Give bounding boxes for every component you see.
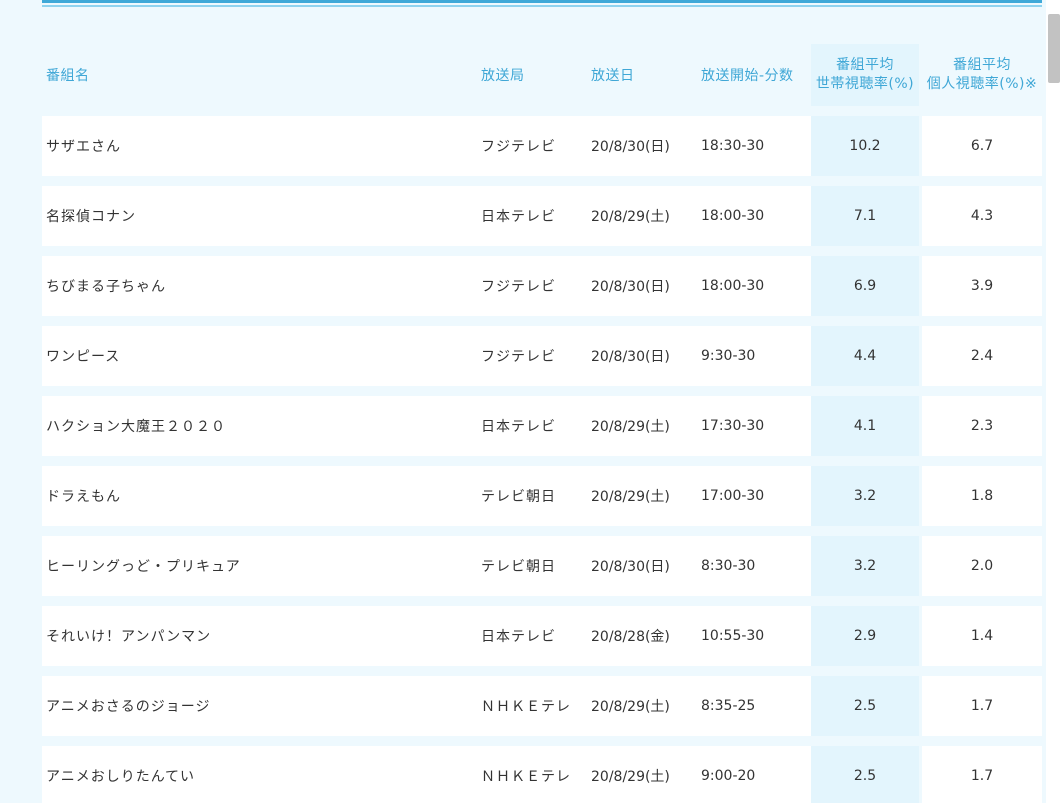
household-rating: 2.9 [811, 606, 919, 666]
start-time-duration: 8:30-30 [701, 536, 811, 596]
vertical-scrollbar[interactable] [1046, 0, 1063, 803]
household-rating: 2.5 [811, 676, 919, 736]
program-title: ハクション大魔王２０２０ [42, 396, 481, 456]
program-title: ちびまる子ちゃん [42, 256, 481, 316]
program-title: ヒーリングっど・プリキュア [42, 536, 481, 596]
program-title: それいけ！アンパンマン [42, 606, 481, 666]
household-rating: 7.1 [811, 186, 919, 246]
station: ＮＨＫＥテレ [481, 676, 591, 736]
household-header-line2: 世帯視聴率(%) [815, 76, 915, 92]
individual-rating: 2.4 [922, 326, 1042, 386]
broadcast-date: 20/8/29(土) [591, 466, 701, 526]
individual-rating: 1.4 [922, 606, 1042, 666]
station: フジテレビ [481, 256, 591, 316]
broadcast-date: 20/8/29(土) [591, 746, 701, 803]
broadcast-date: 20/8/29(土) [591, 396, 701, 456]
start-time-duration: 10:55-30 [701, 606, 811, 666]
top-divider-line-light [42, 5, 1042, 7]
column-header-date: 放送日 [591, 68, 635, 84]
individual-rating: 2.3 [922, 396, 1042, 456]
column-header-time: 放送開始-分数 [701, 68, 794, 84]
individual-rating: 6.7 [922, 116, 1042, 176]
program-title: ワンピース [42, 326, 481, 386]
start-time-duration: 9:00-20 [701, 746, 811, 803]
household-rating: 2.5 [811, 746, 919, 803]
start-time-duration: 18:00-30 [701, 256, 811, 316]
broadcast-date: 20/8/30(日) [591, 536, 701, 596]
table-row: アニメおさるのジョージ ＮＨＫＥテレ 20/8/29(土) 8:35-25 2.5 1.7 [42, 676, 1042, 736]
table-header-row: 番組名 放送局 放送日 放送開始-分数 番組平均 世帯視聴率(%) 番組平均 個… [42, 44, 1042, 106]
individual-rating: 3.9 [922, 256, 1042, 316]
station: 日本テレビ [481, 606, 591, 666]
station: フジテレビ [481, 116, 591, 176]
column-header-station: 放送局 [481, 68, 525, 84]
station: 日本テレビ [481, 186, 591, 246]
broadcast-date: 20/8/28(金) [591, 606, 701, 666]
start-time-duration: 9:30-30 [701, 326, 811, 386]
station: ＮＨＫＥテレ [481, 746, 591, 803]
program-title: アニメおさるのジョージ [42, 676, 481, 736]
table-row: 名探偵コナン 日本テレビ 20/8/29(土) 18:00-30 7.1 4.3 [42, 186, 1042, 246]
top-divider-line [42, 0, 1042, 3]
table-row: アニメおしりたんてい ＮＨＫＥテレ 20/8/29(土) 9:00-20 2.5 1.7 [42, 746, 1042, 803]
table-row: それいけ！アンパンマン 日本テレビ 20/8/28(金) 10:55-30 2.9 1.4 [42, 606, 1042, 666]
individual-header-line1: 番組平均 [953, 57, 1011, 73]
household-rating: 4.4 [811, 326, 919, 386]
household-rating: 3.2 [811, 466, 919, 526]
table-row: サザエさん フジテレビ 20/8/30(日) 18:30-30 10.2 6.7 [42, 116, 1042, 176]
table-row: ヒーリングっど・プリキュア テレビ朝日 20/8/30(日) 8:30-30 3.2 2.… [42, 536, 1042, 596]
household-rating: 6.9 [811, 256, 919, 316]
table-row: ハクション大魔王２０２０ 日本テレビ 20/8/29(土) 17:30-30 4.1 2.… [42, 396, 1042, 456]
start-time-duration: 17:30-30 [701, 396, 811, 456]
broadcast-date: 20/8/30(日) [591, 326, 701, 386]
household-rating: 3.2 [811, 536, 919, 596]
program-title: サザエさん [42, 116, 481, 176]
program-title: ドラえもん [42, 466, 481, 526]
start-time-duration: 17:00-30 [701, 466, 811, 526]
program-title: アニメおしりたんてい [42, 746, 481, 803]
table-row: ワンピース フジテレビ 20/8/30(日) 9:30-30 4.4 2.4 [42, 326, 1042, 386]
individual-rating: 1.7 [922, 676, 1042, 736]
broadcast-date: 20/8/29(土) [591, 676, 701, 736]
individual-rating: 4.3 [922, 186, 1042, 246]
program-title: 名探偵コナン [42, 186, 481, 246]
column-header-individual-rating: 番組平均 個人視聴率(%)※ [922, 44, 1042, 106]
table-row: ドラえもん テレビ朝日 20/8/29(土) 17:00-30 3.2 1.8 [42, 466, 1042, 526]
start-time-duration: 18:00-30 [701, 186, 811, 246]
ratings-table: 番組名 放送局 放送日 放送開始-分数 番組平均 世帯視聴率(%) 番組平均 個… [42, 34, 1042, 803]
start-time-duration: 18:30-30 [701, 116, 811, 176]
broadcast-date: 20/8/30(日) [591, 256, 701, 316]
individual-header-line2: 個人視聴率(%)※ [926, 76, 1038, 92]
start-time-duration: 8:35-25 [701, 676, 811, 736]
broadcast-date: 20/8/30(日) [591, 116, 701, 176]
station: テレビ朝日 [481, 466, 591, 526]
station: 日本テレビ [481, 396, 591, 456]
column-header-title: 番組名 [46, 68, 90, 84]
household-rating: 4.1 [811, 396, 919, 456]
page: 番組名 放送局 放送日 放送開始-分数 番組平均 世帯視聴率(%) 番組平均 個… [0, 0, 1063, 803]
household-rating: 10.2 [811, 116, 919, 176]
station: テレビ朝日 [481, 536, 591, 596]
column-header-household-rating: 番組平均 世帯視聴率(%) [811, 44, 919, 106]
individual-rating: 1.7 [922, 746, 1042, 803]
table-row: ちびまる子ちゃん フジテレビ 20/8/30(日) 18:00-30 6.9 3.9 [42, 256, 1042, 316]
household-header-line1: 番組平均 [836, 57, 894, 73]
individual-rating: 1.8 [922, 466, 1042, 526]
broadcast-date: 20/8/29(土) [591, 186, 701, 246]
individual-rating: 2.0 [922, 536, 1042, 596]
top-divider [42, 0, 1042, 7]
scrollbar-thumb[interactable] [1048, 14, 1060, 83]
station: フジテレビ [481, 326, 591, 386]
